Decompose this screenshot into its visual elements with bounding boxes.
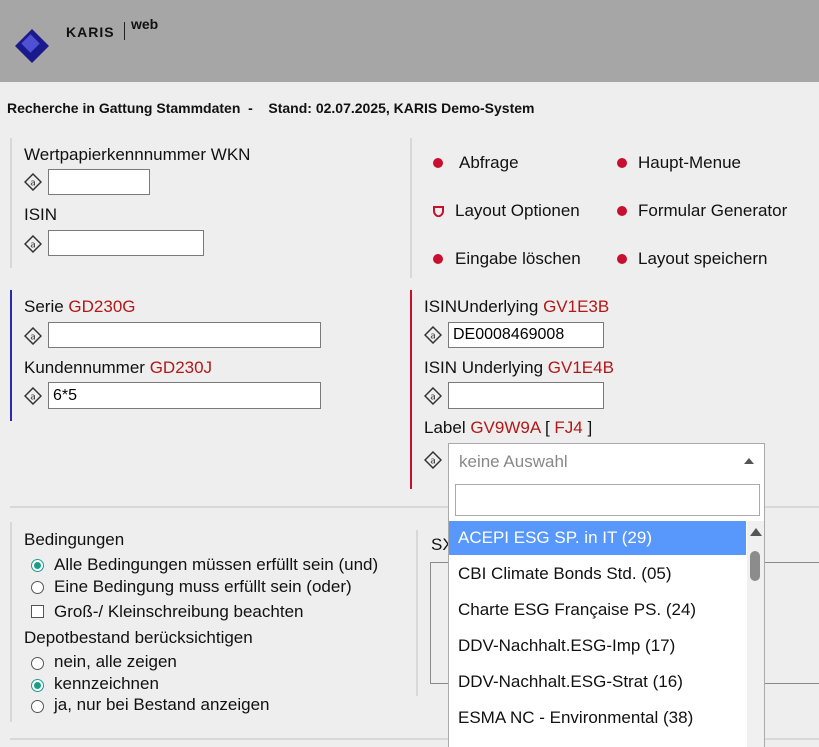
radio-depot-mark[interactable] xyxy=(31,679,44,692)
dropdown-search-input[interactable] xyxy=(455,484,760,516)
case-sensitive-checkbox[interactable] xyxy=(31,605,44,618)
wkn-label: Wertpapierkennnummer WKN xyxy=(24,145,251,164)
bullet-icon xyxy=(433,158,443,168)
svg-text:a: a xyxy=(430,393,436,403)
layout-speichern-label: Layout speichern xyxy=(638,249,768,268)
bullet-icon xyxy=(617,158,627,168)
wildcard-icon: a xyxy=(24,235,42,253)
conditions-title: Bedingungen xyxy=(24,530,125,549)
section-divider xyxy=(416,530,418,696)
svg-text:a: a xyxy=(30,241,36,251)
isin-input[interactable] xyxy=(48,230,204,256)
karis-logo xyxy=(15,29,49,63)
wildcard-icon: a xyxy=(24,173,42,191)
svg-text:a: a xyxy=(30,393,36,403)
label-select-head[interactable]: keine Auswahl xyxy=(449,444,764,478)
section-divider xyxy=(10,138,12,268)
svg-text:a: a xyxy=(30,333,36,343)
dropdown-option[interactable]: ACEPI ESG SP. in IT (29) xyxy=(449,521,746,555)
radio-one-condition-label: Eine Bedingung muss erfüllt sein (oder) xyxy=(54,577,352,596)
section-divider xyxy=(10,522,12,722)
isin-underlying2-label: ISIN Underlying GV1E4B xyxy=(424,358,614,377)
section-divider xyxy=(410,290,412,489)
abfrage-label: Abfrage xyxy=(459,153,519,172)
shield-icon xyxy=(433,206,444,217)
isin-underlying2-input[interactable] xyxy=(448,382,604,409)
layout-optionen-label: Layout Optionen xyxy=(455,201,580,220)
wildcard-icon: a xyxy=(424,451,442,469)
kundennummer-label: Kundennummer GD230J xyxy=(24,358,213,377)
isin-underlying-label: ISINUnderlying GV1E3B xyxy=(424,297,610,316)
dropdown-option[interactable]: Charte ESG Française PS. (24) xyxy=(449,593,746,627)
eingabe-loeschen-label: Eingabe löschen xyxy=(455,249,581,268)
brand-suffix: web xyxy=(131,16,159,32)
serie-input[interactable] xyxy=(48,322,321,348)
haupt-menue-label: Haupt-Menue xyxy=(638,153,742,172)
label-select-dropdown[interactable]: keine Auswahl ACEPI ESG SP. in IT (29) C… xyxy=(448,443,765,747)
dropdown-option[interactable]: CBI Climate Bonds Std. (05) xyxy=(449,557,746,591)
label-select-placeholder: keine Auswahl xyxy=(459,452,568,471)
wildcard-icon: a xyxy=(424,387,442,405)
wildcard-icon: a xyxy=(424,326,442,344)
bullet-icon xyxy=(617,206,627,216)
bullet-icon xyxy=(617,254,627,264)
radio-depot-no[interactable] xyxy=(31,657,44,670)
brand-name: KARIS xyxy=(66,24,115,40)
dropdown-option[interactable]: DDV-Nachhalt.ESG-Strat (16) xyxy=(449,665,746,699)
isin-label: ISIN xyxy=(24,205,58,224)
wkn-input[interactable] xyxy=(48,169,150,195)
dropdown-option[interactable]: ESMA NC - Environmental (38) xyxy=(449,701,746,735)
app-header: KARIS web xyxy=(0,0,819,82)
svg-text:a: a xyxy=(430,457,436,467)
caret-up-icon[interactable] xyxy=(744,458,754,464)
formular-generator-label: Formular Generator xyxy=(638,201,788,220)
dropdown-scrollbar[interactable] xyxy=(747,521,764,747)
label-field-label: Label GV9W9A [ FJ4 ] xyxy=(424,418,593,437)
radio-depot-only[interactable] xyxy=(31,700,44,713)
scroll-up-icon[interactable] xyxy=(750,528,762,536)
radio-all-conditions[interactable] xyxy=(31,559,44,572)
sx-box-top xyxy=(765,562,819,563)
dropdown-option[interactable]: DDV-Nachhalt.ESG-Imp (17) xyxy=(449,629,746,663)
wildcard-icon: a xyxy=(24,327,42,345)
depot-title: Depotbestand berücksichtigen xyxy=(24,628,253,647)
scrollbar-thumb[interactable] xyxy=(750,551,760,581)
svg-text:a: a xyxy=(30,179,36,189)
radio-all-conditions-label: Alle Bedingungen müssen erfüllt sein (un… xyxy=(54,555,379,574)
brand-separator xyxy=(124,22,125,40)
radio-depot-no-label: nein, alle zeigen xyxy=(54,652,177,671)
page-title: Recherche in Gattung Stammdaten - Stand:… xyxy=(7,100,535,116)
radio-depot-mark-label: kennzeichnen xyxy=(54,674,159,693)
sx-box-bottom xyxy=(765,683,819,684)
radio-depot-only-label: ja, nur bei Bestand anzeigen xyxy=(54,695,270,714)
wildcard-icon: a xyxy=(24,387,42,405)
section-divider xyxy=(410,138,412,278)
radio-one-condition[interactable] xyxy=(31,581,44,594)
svg-text:a: a xyxy=(430,332,436,342)
kundennummer-input[interactable] xyxy=(48,382,321,409)
bullet-icon xyxy=(433,254,443,264)
case-sensitive-label: Groß-/ Kleinschreibung beachten xyxy=(54,602,304,621)
section-divider xyxy=(10,290,12,421)
isin-underlying-input[interactable] xyxy=(448,322,604,348)
serie-label: Serie GD230G xyxy=(24,297,136,316)
